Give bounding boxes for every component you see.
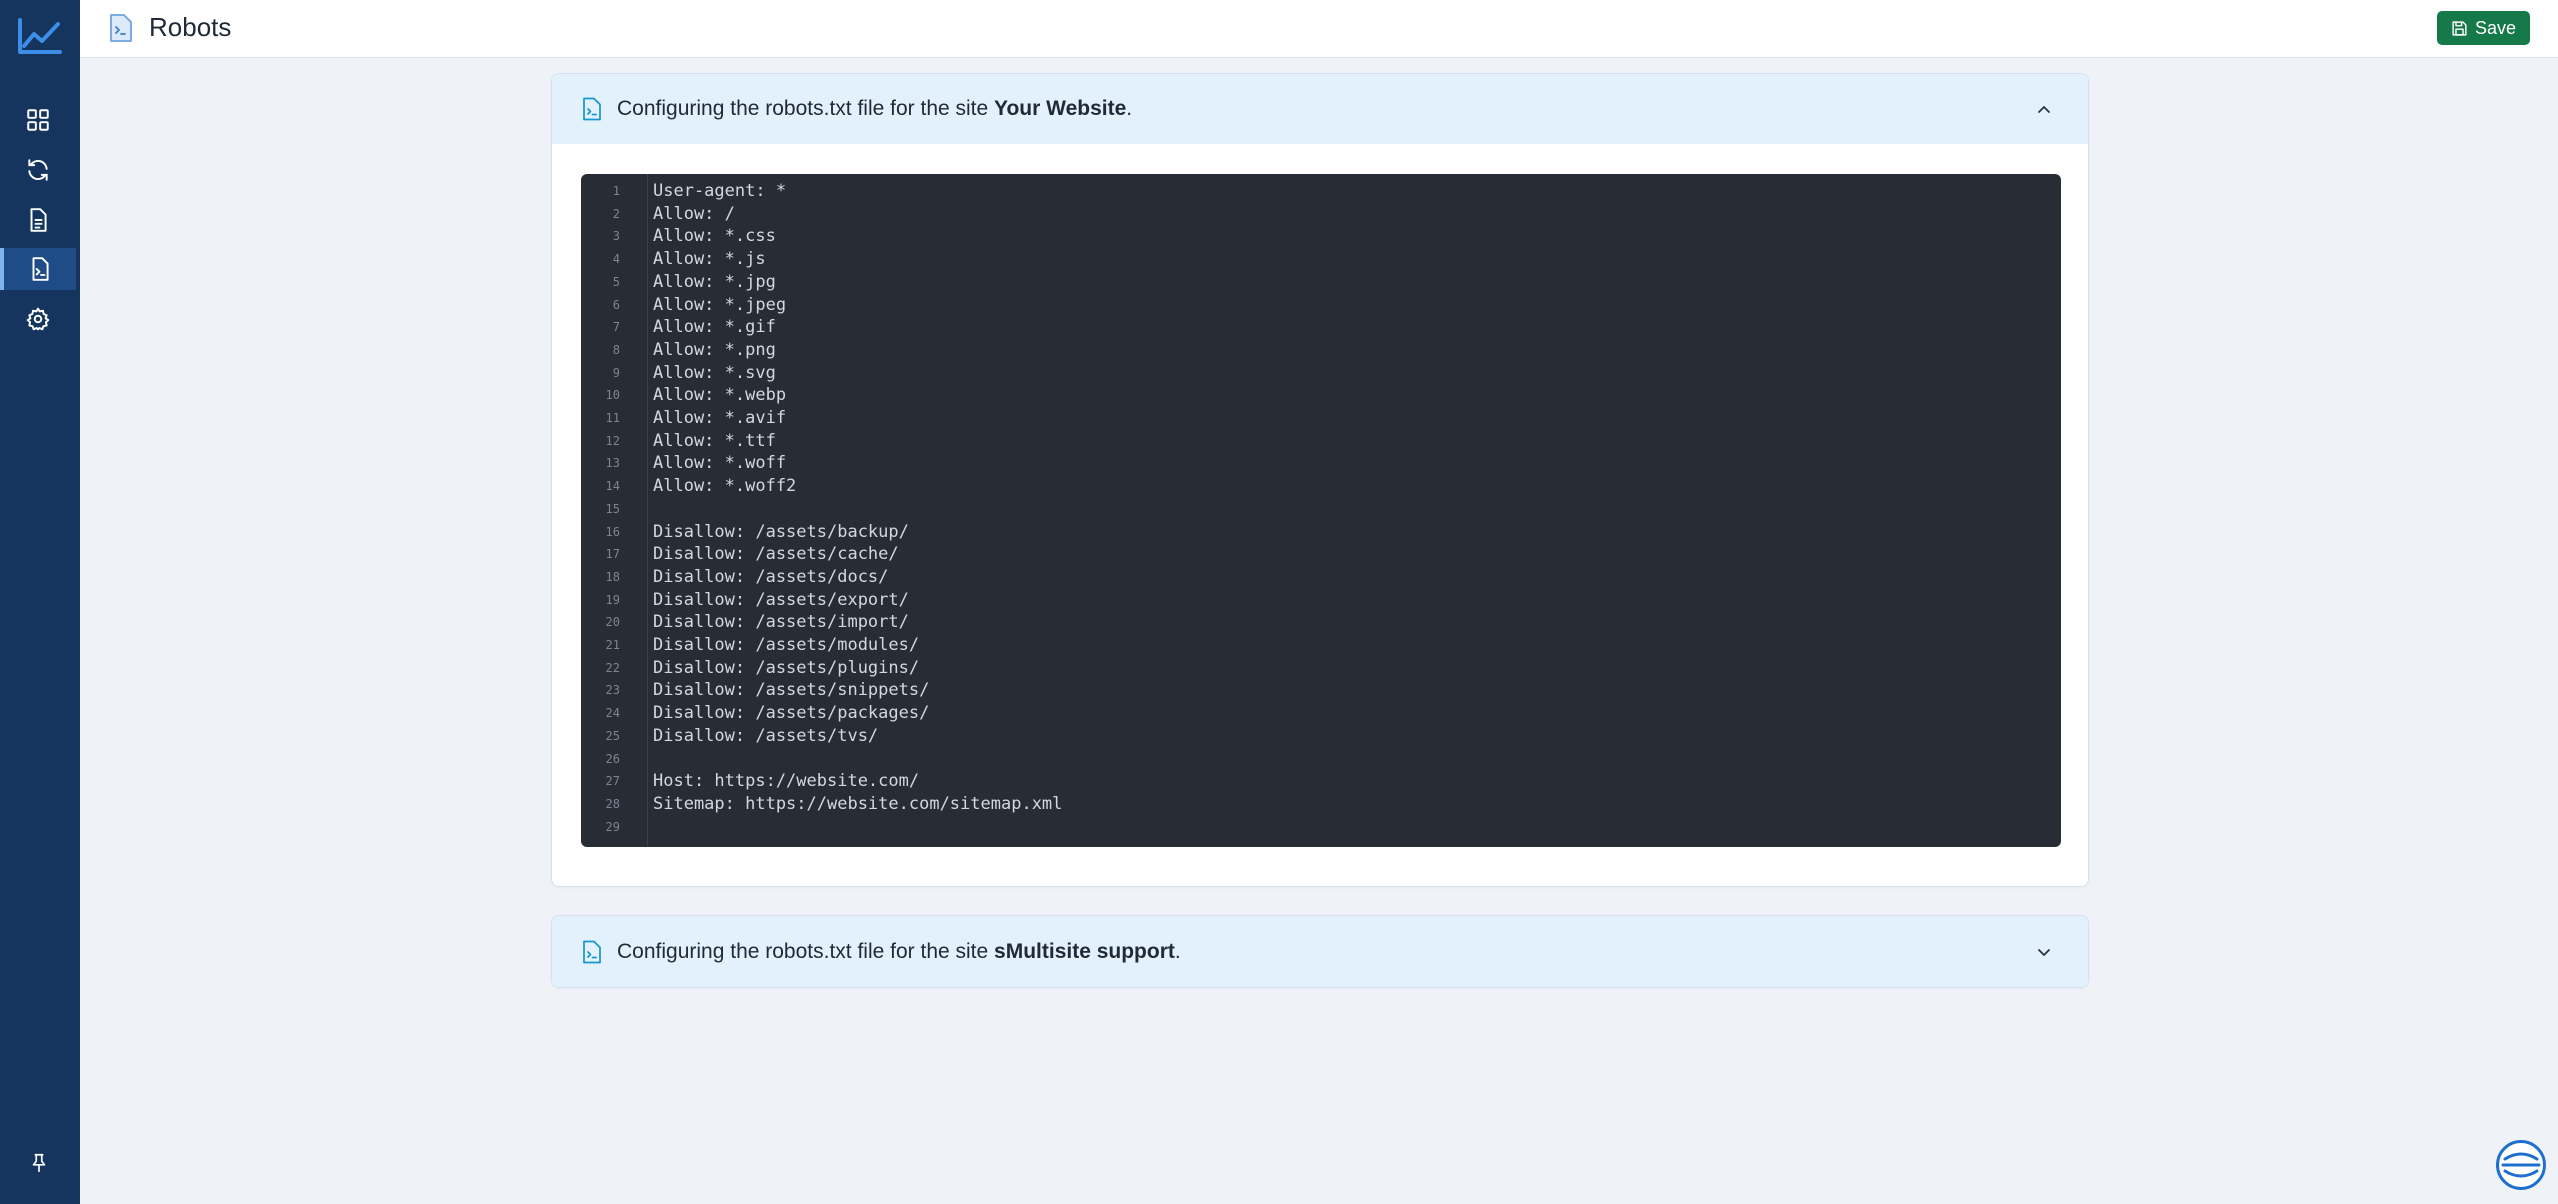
line-number: 1 bbox=[612, 184, 620, 198]
code-line[interactable]: Allow: *.css bbox=[653, 226, 776, 246]
line-number: 16 bbox=[605, 524, 620, 539]
sidebar-item-robots[interactable] bbox=[0, 248, 76, 290]
code-line[interactable]: Disallow: /assets/packages/ bbox=[653, 703, 929, 723]
save-button-label: Save bbox=[2474, 17, 2517, 38]
line-number: 14 bbox=[605, 479, 620, 494]
code-line[interactable]: Disallow: /assets/modules/ bbox=[653, 635, 919, 655]
code-line[interactable]: Sitemap: https://website.com/sitemap.xml bbox=[653, 794, 1062, 814]
line-number: 18 bbox=[605, 569, 620, 584]
panel-site-name: Your Website bbox=[994, 97, 1127, 120]
code-line[interactable]: Allow: *.png bbox=[653, 340, 776, 360]
robots-file-icon bbox=[583, 97, 601, 121]
panel-header[interactable]: Configuring the robots.txt file for the … bbox=[552, 74, 2088, 144]
document-icon bbox=[30, 208, 47, 232]
code-line[interactable]: Allow: *.svg bbox=[653, 363, 776, 383]
chart-logo-icon[interactable] bbox=[17, 16, 63, 56]
code-line[interactable]: Disallow: /assets/import/ bbox=[653, 612, 909, 632]
line-number: 15 bbox=[605, 501, 620, 516]
code-line[interactable]: Disallow: /assets/tvs/ bbox=[653, 726, 878, 746]
code-line[interactable]: Disallow: /assets/cache/ bbox=[653, 544, 899, 564]
code-line[interactable]: Allow: *.jpeg bbox=[653, 295, 786, 315]
line-number: 3 bbox=[612, 229, 620, 244]
sidebar bbox=[0, 0, 80, 1204]
line-number: 17 bbox=[605, 547, 620, 562]
site-panel-your-website: Configuring the robots.txt file for the … bbox=[551, 73, 2089, 887]
pin-icon[interactable] bbox=[28, 1152, 50, 1174]
dashboard-icon bbox=[27, 109, 49, 131]
panel-title-prefix: Configuring the robots.txt file for the … bbox=[617, 940, 995, 963]
robots-file-icon bbox=[110, 14, 132, 42]
chat-support-icon[interactable] bbox=[2495, 1139, 2547, 1191]
code-line[interactable]: Allow: *.woff bbox=[653, 453, 786, 473]
code-line[interactable]: Allow: *.webp bbox=[653, 385, 786, 405]
panel-header[interactable]: Configuring the robots.txt file for the … bbox=[552, 916, 2088, 987]
sidebar-item-sync[interactable] bbox=[0, 149, 76, 191]
code-line[interactable]: Disallow: /assets/plugins/ bbox=[653, 658, 919, 678]
line-number: 24 bbox=[605, 706, 620, 721]
line-number-gutter: 1 2 3 4 5 6 7 8 9 10 11 12 13 14 15 16 17 18 19 20 21 22 23 24 2… bbox=[581, 174, 648, 847]
line-number: 2 bbox=[612, 206, 620, 221]
code-line[interactable]: Disallow: /assets/export/ bbox=[653, 590, 909, 610]
line-number: 4 bbox=[612, 252, 620, 267]
line-number: 10 bbox=[605, 388, 620, 403]
sidebar-item-dashboard[interactable] bbox=[0, 99, 76, 141]
line-number: 20 bbox=[605, 615, 620, 630]
code-line[interactable]: Disallow: /assets/docs/ bbox=[653, 567, 888, 587]
line-number: 6 bbox=[612, 297, 620, 312]
line-number: 8 bbox=[612, 342, 620, 357]
code-line[interactable]: Host: https://website.com/ bbox=[653, 771, 919, 791]
panel-title: Configuring the robots.txt file for the … bbox=[617, 940, 1181, 964]
code-line[interactable]: Allow: *.woff2 bbox=[653, 476, 796, 496]
line-number: 19 bbox=[605, 592, 620, 607]
code-line[interactable]: Disallow: /assets/backup/ bbox=[653, 522, 909, 542]
site-panel-smultisite-support: Configuring the robots.txt file for the … bbox=[551, 915, 2089, 988]
code-line[interactable]: Allow: *.avif bbox=[653, 408, 786, 428]
sync-icon bbox=[28, 159, 48, 181]
line-number: 29 bbox=[605, 819, 620, 834]
code-line[interactable]: Allow: *.ttf bbox=[653, 431, 776, 451]
line-number: 28 bbox=[605, 796, 620, 811]
gear-icon bbox=[26, 307, 50, 331]
line-number: 13 bbox=[605, 456, 620, 471]
sidebar-item-settings[interactable] bbox=[0, 298, 76, 340]
code-line[interactable]: User-agent: * bbox=[653, 181, 786, 201]
code-line[interactable]: Disallow: /assets/snippets/ bbox=[653, 680, 929, 700]
line-number: 27 bbox=[605, 774, 620, 789]
robots-file-icon bbox=[32, 257, 49, 281]
line-number: 5 bbox=[612, 274, 620, 289]
save-button[interactable]: Save bbox=[2437, 11, 2530, 45]
page-title: Robots bbox=[149, 12, 232, 42]
line-number: 25 bbox=[605, 728, 620, 743]
panel-title-prefix: Configuring the robots.txt file for the … bbox=[617, 97, 995, 120]
floppy-disk-icon bbox=[2452, 20, 2467, 36]
chevron-down-icon[interactable] bbox=[2036, 946, 2052, 960]
code-line[interactable]: Allow: / bbox=[653, 204, 735, 224]
line-number: 23 bbox=[605, 683, 620, 698]
code-line[interactable]: Allow: *.jpg bbox=[653, 272, 776, 292]
panel-site-name: sMultisite support bbox=[994, 940, 1175, 963]
line-number: 11 bbox=[605, 411, 620, 425]
code-editor[interactable]: 1 2 3 4 5 6 7 8 9 10 11 12 13 14 15 16 17 18 19 20 21 22 23 24 2… bbox=[581, 174, 2061, 847]
code-line[interactable]: Allow: *.js bbox=[653, 249, 766, 269]
line-number: 7 bbox=[612, 320, 620, 335]
line-number: 21 bbox=[605, 638, 620, 652]
chevron-up-icon[interactable] bbox=[2036, 102, 2052, 116]
robots-file-icon bbox=[583, 940, 601, 964]
header: Robots Save bbox=[80, 0, 2558, 58]
code-line[interactable]: Allow: *.gif bbox=[653, 317, 776, 337]
panel-title: Configuring the robots.txt file for the … bbox=[617, 97, 1132, 121]
sidebar-item-documents[interactable] bbox=[0, 199, 76, 241]
line-number: 22 bbox=[605, 660, 620, 675]
line-number: 26 bbox=[605, 751, 620, 766]
line-number: 9 bbox=[612, 365, 620, 380]
line-number: 12 bbox=[605, 433, 620, 448]
panel-title-suffix: . bbox=[1126, 97, 1133, 120]
panel-title-suffix: . bbox=[1174, 940, 1181, 963]
